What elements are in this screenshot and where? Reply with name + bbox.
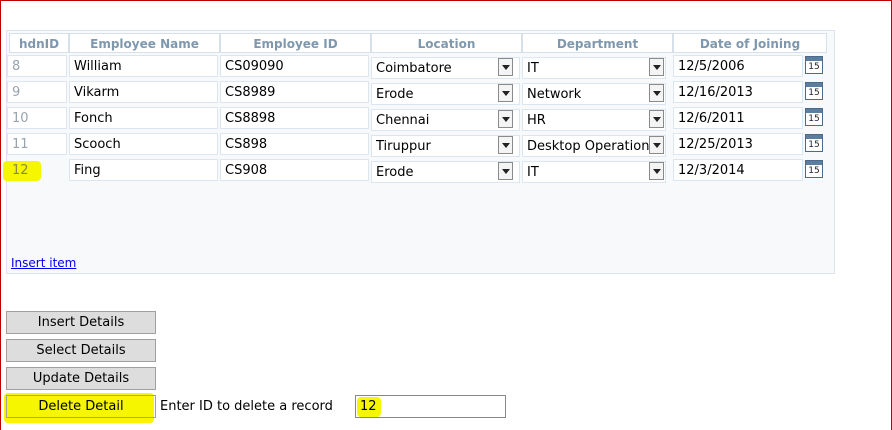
row-hdnid: 8 — [7, 55, 67, 77]
department-select[interactable]: Desktop Operation — [522, 135, 666, 157]
date-field[interactable]: 12/3/2014 — [673, 159, 803, 181]
insert-item-link[interactable]: Insert item — [11, 256, 76, 270]
department-select[interactable]: HR — [522, 109, 666, 131]
department-dropdown-button[interactable] — [649, 58, 664, 76]
table-row: 10 Fonch CS8898 Chennai HR 12/6/2011 15 — [7, 107, 836, 131]
update-details-button[interactable]: Update Details — [6, 367, 156, 390]
employee-id-field[interactable]: CS908 — [220, 159, 369, 181]
calendar-icon[interactable]: 15 — [805, 160, 823, 178]
date-field[interactable]: 12/16/2013 — [673, 81, 803, 103]
location-dropdown-button[interactable] — [498, 58, 513, 76]
table-row: 11 Scooch CS898 Tiruppur Desktop Operati… — [7, 133, 836, 157]
insert-details-button[interactable]: Insert Details — [6, 311, 156, 334]
location-dropdown-button[interactable] — [498, 162, 513, 180]
row-hdnid: 11 — [7, 133, 67, 155]
employee-id-field[interactable]: CS8898 — [220, 107, 369, 129]
employee-name-field[interactable]: Fonch — [69, 107, 218, 129]
row-hdnid: 12 — [12, 163, 29, 178]
window-frame-top — [0, 0, 892, 1]
table-row: 12 Fing CS908 Erode IT 12/3/2014 15 — [3, 159, 836, 183]
employee-id-field[interactable]: CS09090 — [220, 55, 369, 77]
employee-name-field[interactable]: William — [69, 55, 218, 77]
date-field[interactable]: 12/25/2013 — [673, 133, 803, 155]
department-select[interactable]: Network — [522, 83, 666, 105]
employee-id-field[interactable]: CS8989 — [220, 81, 369, 103]
date-field[interactable]: 12/5/2006 — [673, 55, 803, 77]
employee-name-field[interactable]: Scooch — [69, 133, 218, 155]
delete-detail-button[interactable]: Delete Detail — [6, 395, 156, 418]
calendar-icon[interactable]: 15 — [805, 56, 823, 74]
department-dropdown-button[interactable] — [649, 84, 664, 102]
employee-id-field[interactable]: CS898 — [220, 133, 369, 155]
department-dropdown-button[interactable] — [649, 162, 664, 180]
header-date-of-joining: Date of Joining — [673, 33, 827, 53]
header-location: Location — [371, 33, 522, 53]
window-frame-left — [0, 0, 1, 430]
department-dropdown-button[interactable] — [649, 110, 664, 128]
row-hdnid: 10 — [7, 107, 67, 129]
department-select[interactable]: IT — [522, 161, 666, 183]
department-dropdown-button[interactable] — [649, 136, 664, 154]
department-select[interactable]: IT — [522, 57, 666, 79]
select-details-button[interactable]: Select Details — [6, 339, 156, 362]
delete-id-input[interactable]: 12 — [355, 395, 506, 418]
calendar-icon[interactable]: 15 — [805, 108, 823, 126]
header-hdnid: hdnID — [9, 33, 69, 53]
delete-id-label: Enter ID to delete a record — [160, 399, 333, 414]
calendar-icon[interactable]: 15 — [805, 82, 823, 100]
row-hdnid: 9 — [7, 81, 67, 103]
header-employee-id: Employee ID — [220, 33, 371, 53]
table-row: 9 Vikarm CS8989 Erode Network 12/16/2013… — [7, 81, 836, 105]
location-dropdown-button[interactable] — [498, 84, 513, 102]
date-field[interactable]: 12/6/2011 — [673, 107, 803, 129]
calendar-icon[interactable]: 15 — [805, 134, 823, 152]
header-employee-name: Employee Name — [69, 33, 220, 53]
employee-grid: hdnID Employee Name Employee ID Location… — [3, 30, 836, 274]
employee-name-field[interactable]: Fing — [69, 159, 218, 181]
header-department: Department — [522, 33, 673, 53]
location-dropdown-button[interactable] — [498, 136, 513, 154]
table-row: 8 William CS09090 Coimbatore IT 12/5/200… — [7, 55, 836, 79]
location-dropdown-button[interactable] — [498, 110, 513, 128]
employee-name-field[interactable]: Vikarm — [69, 81, 218, 103]
